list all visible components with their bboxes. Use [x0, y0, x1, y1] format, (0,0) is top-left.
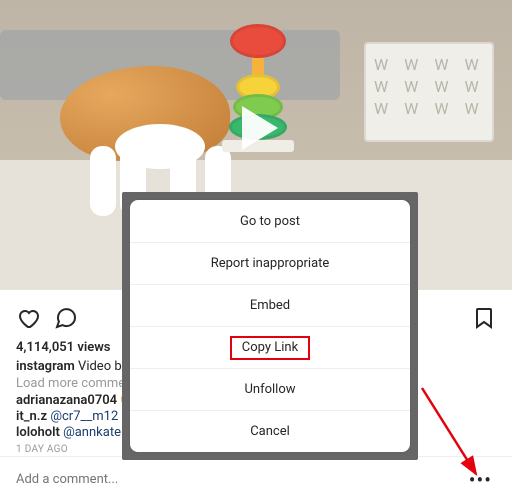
heart-icon[interactable] — [16, 306, 40, 330]
menu-embed[interactable]: Embed — [130, 284, 410, 326]
menu-cancel[interactable]: Cancel — [130, 410, 410, 452]
author-username[interactable]: instagram — [16, 359, 75, 374]
comment-user[interactable]: adrianazana0704 — [16, 393, 117, 408]
bg-basket — [364, 42, 494, 142]
menu-report[interactable]: Report inappropriate — [130, 242, 410, 284]
bg-dog — [20, 36, 250, 196]
menu-go-to-post[interactable]: Go to post — [130, 200, 410, 242]
more-icon[interactable]: ••• — [465, 468, 496, 492]
comment-icon[interactable] — [54, 306, 78, 330]
menu-unfollow[interactable]: Unfollow — [130, 368, 410, 410]
bookmark-icon[interactable] — [472, 306, 496, 330]
comment-user[interactable]: loloholt — [16, 425, 60, 440]
play-icon[interactable] — [224, 96, 288, 160]
add-comment-bar: ••• — [0, 456, 512, 502]
options-menu: Go to post Report inappropriate Embed Co… — [130, 200, 410, 452]
add-comment-input[interactable] — [16, 472, 465, 487]
mention[interactable]: @annkately — [63, 425, 130, 440]
mention[interactable]: @cr7__m12 — [50, 409, 118, 424]
menu-copy-link[interactable]: Copy Link — [130, 326, 410, 368]
comment-user[interactable]: it_n.z — [16, 409, 47, 424]
menu-copy-link-label: Copy Link — [242, 340, 298, 355]
